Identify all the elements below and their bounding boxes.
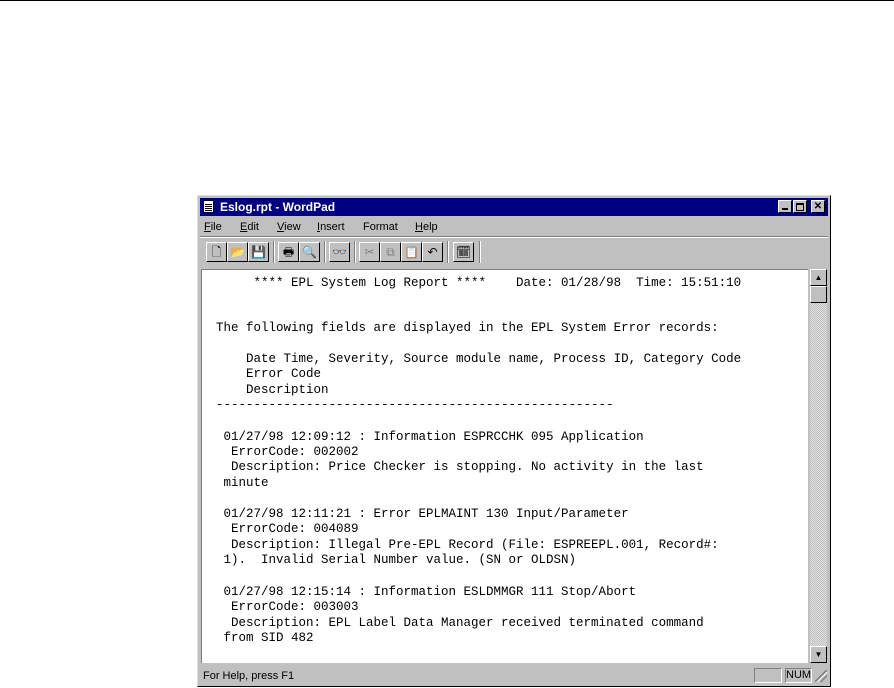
- menu-bar: File Edit View Insert Format Help: [200, 217, 828, 236]
- separator-dashes-line: ----------------------------------------…: [216, 398, 614, 412]
- wordpad-window: Eslog.rpt - WordPad ✕ File Edit View Ins…: [197, 195, 831, 687]
- copy-icon: ⧉: [386, 245, 395, 259]
- toolbar-separator: [354, 241, 356, 263]
- print-preview-button[interactable]: 🔍: [299, 242, 320, 262]
- log-entry-line: ErrorCode: 004089: [216, 522, 359, 536]
- menu-view[interactable]: View: [277, 221, 301, 233]
- log-entry-line: minute: [216, 476, 269, 490]
- new-button[interactable]: 🗋: [206, 242, 227, 262]
- scroll-up-button[interactable]: ▲: [810, 269, 827, 286]
- paste-button[interactable]: 📋: [401, 242, 422, 262]
- log-entry-line: 01/27/98 12:15:14 : Information ESLDMMGR…: [216, 585, 637, 599]
- log-entry-line: 1). Invalid Serial Number value. (SN or …: [216, 553, 577, 567]
- undo-button[interactable]: ↶: [422, 242, 443, 262]
- close-button[interactable]: ✕: [811, 200, 825, 213]
- cut-icon: ✂: [364, 245, 375, 259]
- save-button[interactable]: 💾: [248, 242, 269, 262]
- new-icon: 🗋: [211, 245, 222, 259]
- log-entry-line: ErrorCode: 002002: [216, 445, 359, 459]
- log-entry-line: Description: Illegal Pre-EPL Record (Fil…: [216, 538, 719, 552]
- arrow-up-icon: ▲: [814, 273, 823, 282]
- maximize-button[interactable]: [793, 200, 807, 213]
- save-icon: 💾: [251, 245, 266, 259]
- title-bar[interactable]: Eslog.rpt - WordPad ✕: [200, 198, 828, 216]
- fields-list-line: Error Code: [216, 367, 322, 381]
- print-icon: 🖶: [282, 245, 295, 259]
- scroll-thumb[interactable]: [810, 286, 827, 303]
- date-time-icon: 🗓: [455, 245, 472, 259]
- print-button[interactable]: 🖶: [278, 242, 299, 262]
- status-help-text: For Help, press F1: [203, 670, 295, 682]
- document-text-area[interactable]: **** EPL System Log Report **** Date: 01…: [201, 269, 808, 663]
- menu-help[interactable]: Help: [415, 221, 438, 233]
- undo-icon: ↶: [427, 245, 438, 259]
- num-lock-indicator: NUM: [785, 668, 812, 683]
- resize-grip-icon[interactable]: [815, 670, 827, 682]
- open-button[interactable]: 📂: [227, 242, 248, 262]
- log-entry-line: 01/27/98 12:09:12 : Information ESPRCCHK…: [216, 430, 644, 444]
- menu-edit[interactable]: Edit: [240, 221, 259, 233]
- find-button[interactable]: 👓: [329, 242, 350, 262]
- toolbar-separator: [447, 241, 449, 263]
- log-entry-line: 01/27/98 12:11:21 : Error EPLMAINT 130 I…: [216, 507, 629, 521]
- fields-list-line: Date Time, Severity, Source module name,…: [216, 352, 742, 366]
- minimize-button[interactable]: [778, 200, 792, 213]
- wordpad-app-icon[interactable]: [203, 200, 214, 213]
- vertical-scrollbar[interactable]: ▲ ▼: [810, 269, 827, 663]
- cut-button[interactable]: ✂: [359, 242, 380, 262]
- toolbar-separator: [273, 241, 275, 263]
- log-entry-line: ErrorCode: 003003: [216, 600, 359, 614]
- log-entry-line: Description: Price Checker is stopping. …: [216, 460, 704, 474]
- menu-insert[interactable]: Insert: [317, 221, 345, 233]
- copy-button[interactable]: ⧉: [380, 242, 401, 262]
- log-entry-line: from SID 482: [216, 631, 314, 645]
- fields-list-line: Description: [216, 383, 329, 397]
- log-entry-line: Description: EPL Label Data Manager rece…: [216, 616, 704, 630]
- paste-icon: 📋: [404, 245, 419, 259]
- fields-intro-line: The following fields are displayed in th…: [216, 321, 719, 335]
- scroll-down-button[interactable]: ▼: [810, 646, 827, 663]
- status-pane-empty: [754, 668, 782, 683]
- date-time-button[interactable]: 🗓: [453, 242, 474, 262]
- toolbar: 🗋 📂 💾 🖶 🔍 👓 ✂ ⧉ 📋 ↶ 🗓: [200, 238, 828, 268]
- open-icon: 📂: [230, 245, 245, 259]
- window-title: Eslog.rpt - WordPad: [220, 200, 336, 214]
- page-top-rule: [0, 0, 894, 1]
- print-preview-icon: 🔍: [302, 245, 317, 259]
- menu-file[interactable]: File: [204, 221, 222, 233]
- menu-format[interactable]: Format: [363, 221, 398, 233]
- toolbar-separator: [324, 241, 326, 263]
- toolbar-separator: [479, 241, 481, 263]
- report-header-line: **** EPL System Log Report **** Date: 01…: [216, 276, 742, 290]
- arrow-down-icon: ▼: [814, 650, 823, 659]
- close-icon: ✕: [813, 201, 823, 212]
- find-icon: 👓: [332, 245, 347, 259]
- status-bar: For Help, press F1 NUM: [200, 666, 828, 685]
